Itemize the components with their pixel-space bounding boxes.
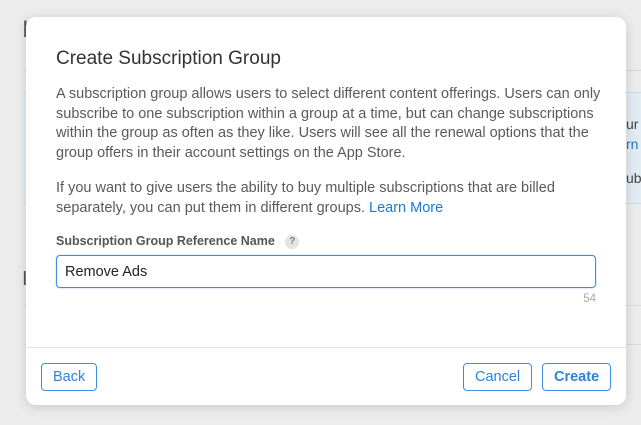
background-link[interactable]: rn <box>626 136 638 152</box>
background-text: ubr <box>626 170 641 186</box>
character-count: 54 <box>583 293 596 305</box>
background-text: ur <box>626 116 639 132</box>
cancel-button[interactable]: Cancel <box>463 363 533 391</box>
footer-divider <box>26 347 626 348</box>
create-button[interactable]: Create <box>542 363 612 391</box>
create-subscription-group-dialog: Create Subscription Group A subscription… <box>26 17 626 405</box>
dialog-description-groups: If you want to give users the ability to… <box>56 179 604 218</box>
reference-name-label-text: Subscription Group Reference Name <box>56 234 275 248</box>
back-button[interactable]: Back <box>41 363 98 391</box>
learn-more-link[interactable]: Learn More <box>369 200 443 216</box>
dialog-description: A subscription group allows users to sel… <box>56 86 601 161</box>
help-icon[interactable]: ? <box>285 235 300 249</box>
reference-name-label: Subscription Group Reference Name ? <box>56 234 300 249</box>
groups-text: If you want to give users the ability to… <box>56 180 555 216</box>
dialog-title: Create Subscription Group <box>56 48 281 69</box>
reference-name-input[interactable] <box>56 255 596 288</box>
